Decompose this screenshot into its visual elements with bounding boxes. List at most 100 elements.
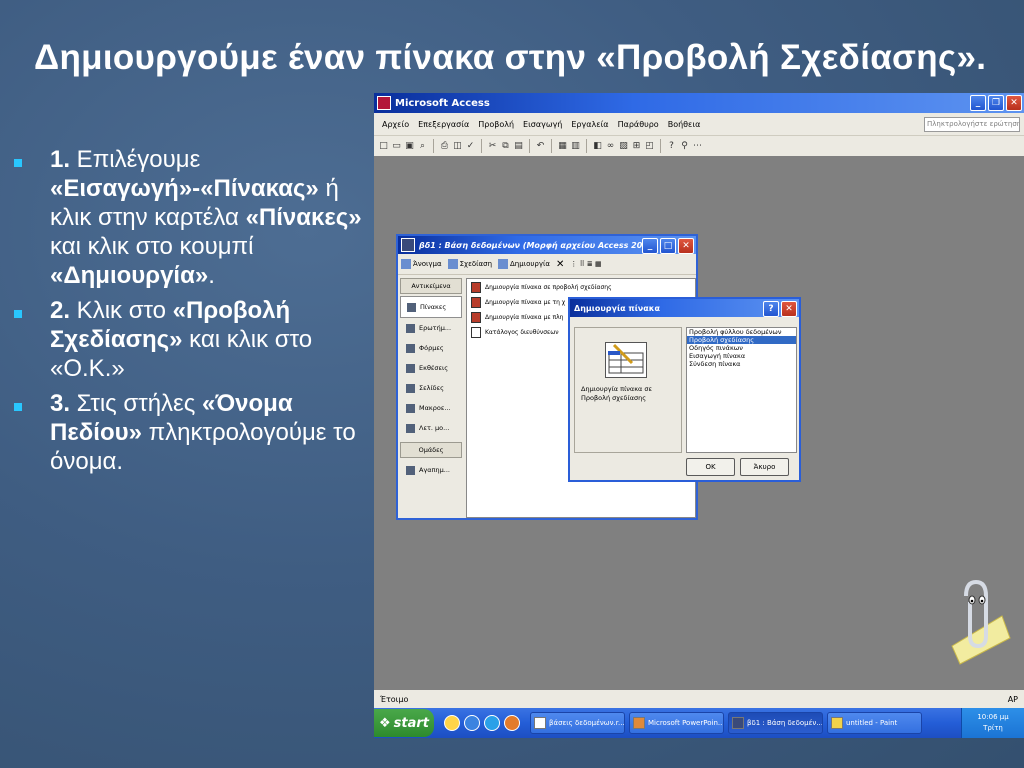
save-icon[interactable]: ▣ [404,141,415,152]
new-object-icon[interactable]: ◰ [644,141,655,152]
menu-tools[interactable]: Εργαλεία [571,120,608,129]
object-forms[interactable]: Φόρμες [400,338,462,358]
option-datasheet[interactable]: Προβολή φύλλου δεδομένων [687,328,796,336]
access-workspace: βδ1 : Βάση δεδομένων (Μορφή αρχείου Acce… [374,156,1024,690]
object-queries[interactable]: Ερωτήμ... [400,318,462,338]
bullet-item-1: 1. Επιλέγουμε «Εισαγωγή»-«Πίνακας» ή κλι… [14,145,374,290]
menu-file[interactable]: Αρχείο [382,120,409,129]
group-favorites[interactable]: Αγαπημ... [400,460,462,480]
media-player-icon[interactable] [504,715,520,731]
table-design-icon [605,342,647,378]
bullet-square-icon [14,403,22,411]
bullet-text: . [208,262,215,289]
new-button[interactable]: Δημιουργία [498,259,550,269]
slide-title: Δημιουργούμε έναν πίνακα στην «Προβολή Σ… [34,38,987,77]
objects-header[interactable]: Αντικείμενα [400,278,462,294]
close-button[interactable]: ✕ [1006,95,1022,111]
design-button[interactable]: Σχεδίαση [447,259,492,269]
open-icon[interactable]: ▭ [391,141,402,152]
quick-launch [444,715,520,731]
search-icon[interactable]: ⌕ [417,141,428,152]
taskbar: ❖ start βάσεις δεδομένων.r... Microsoft P… [374,708,1024,738]
db-close-button[interactable]: ✕ [678,238,694,254]
script-icon[interactable]: ∞ [605,141,616,152]
system-tray: 10:06 μμ Τρίτη [961,708,1024,738]
properties-icon[interactable]: ▨ [618,141,629,152]
option-link-table[interactable]: Σύνδεση πίνακα [687,360,796,368]
object-tables[interactable]: Πίνακες [400,296,462,318]
access-titlebar[interactable]: Microsoft Access _ ❐ ✕ [374,93,1024,113]
db-maximize-button[interactable]: □ [660,238,676,254]
bullet-number: 3. [50,390,71,417]
bullet-square-icon [14,310,22,318]
internet-explorer-icon[interactable] [484,715,500,731]
object-macros[interactable]: Μακροε... [400,398,462,418]
print-icon[interactable]: ⎙ [439,141,450,152]
dialog-help-button[interactable]: ? [763,301,779,317]
database-title: βδ1 : Βάση δεδομένων (Μορφή αρχείου Acce… [419,240,658,250]
access-app-icon [377,96,391,110]
option-table-wizard[interactable]: Οδηγός πινάκων [687,344,796,352]
analyze-icon[interactable]: ▥ [570,141,581,152]
menu-view[interactable]: Προβολή [478,120,514,129]
restore-button[interactable]: ❐ [988,95,1004,111]
open-button[interactable]: Άνοιγμα [401,259,442,269]
option-import-table[interactable]: Εισαγωγή πίνακα [687,352,796,360]
quicklaunch-icon-2[interactable] [464,715,480,731]
bullet-list: 1. Επιλέγουμε «Εισαγωγή»-«Πίνακας» ή κλι… [14,145,374,482]
dialog-close-button[interactable]: ✕ [781,301,797,317]
bullet-text: Στις στήλες [70,390,202,417]
object-modules[interactable]: Λετ. μο... [400,418,462,438]
delete-icon[interactable]: ✕ [556,259,564,270]
object-pages[interactable]: Σελίδες [400,378,462,398]
clock-day: Τρίτη [983,724,1003,732]
bullet-text: Επιλέγουμε [70,146,201,173]
status-bar: Έτοιμο AP [374,690,1024,708]
access-window: Microsoft Access _ ❐ ✕ Αρχείο Επεξεργασί… [374,93,1024,738]
undo-icon[interactable]: ↶ [535,141,546,152]
menu-insert[interactable]: Εισαγωγή [523,120,562,129]
db-minimize-button[interactable]: _ [642,238,658,254]
object-reports[interactable]: Εκθέσεις [400,358,462,378]
status-text: Έτοιμο [380,694,409,704]
office-links-icon[interactable]: ▦ [557,141,568,152]
taskbar-button-database[interactable]: βδ1 : Βάση δεδομέν... [728,712,823,734]
bullet-text: «Πίνακες» [245,204,362,231]
cut-icon[interactable]: ✂ [487,141,498,152]
access-title: Microsoft Access [395,97,490,109]
ok-button[interactable]: OK [686,458,735,476]
relationships-icon[interactable]: ⊞ [631,141,642,152]
option-design-view[interactable]: Προβολή σχεδίασης [687,336,796,344]
copy-icon[interactable]: ⧉ [500,141,511,152]
new-icon[interactable]: □ [378,141,389,152]
minimize-button[interactable]: _ [970,95,986,111]
office-assistant-icon[interactable] [942,576,1014,666]
preview-icon[interactable]: ◫ [452,141,463,152]
menu-window[interactable]: Παράθυρο [618,120,659,129]
code-icon[interactable]: ◧ [592,141,603,152]
clock-time: 10:06 μμ [977,713,1009,721]
start-button[interactable]: ❖ start [374,709,434,737]
assistant-icon[interactable]: ⚲ [679,141,690,152]
menu-help[interactable]: Βοήθεια [668,120,701,129]
taskbar-button-powerpoint[interactable]: Microsoft PowerPoin... [629,712,724,734]
taskbar-button-paint[interactable]: untitled - Paint [827,712,922,734]
quicklaunch-icon-1[interactable] [444,715,460,731]
dialog-titlebar[interactable]: Δημιουργία πίνακα ? ✕ [570,299,799,317]
bullet-number: 2. [50,297,71,324]
view-icons[interactable]: ⋮ ⠿ ≣ ▦ [570,260,601,268]
bullet-text: Κλικ στο [70,297,173,324]
cancel-button[interactable]: Άκυρο [740,458,789,476]
more-icon[interactable]: ⋯ [692,141,703,152]
database-titlebar[interactable]: βδ1 : Βάση δεδομένων (Μορφή αρχείου Acce… [398,236,696,254]
help-question-input[interactable]: Πληκτρολογήστε ερώτηση [924,117,1020,132]
bullet-square-icon [14,159,22,167]
menu-edit[interactable]: Επεξεργασία [418,120,469,129]
help-icon[interactable]: ? [666,141,677,152]
spelling-icon[interactable]: ✓ [465,141,476,152]
list-item-design-view[interactable]: Δημιουργία πίνακα σε προβολή σχεδίασης [467,281,695,294]
dialog-title: Δημιουργία πίνακα [574,303,660,313]
groups-header[interactable]: Ομάδες [400,442,462,458]
paste-icon[interactable]: ▤ [513,141,524,152]
taskbar-button-documents[interactable]: βάσεις δεδομένων.r... [530,712,625,734]
